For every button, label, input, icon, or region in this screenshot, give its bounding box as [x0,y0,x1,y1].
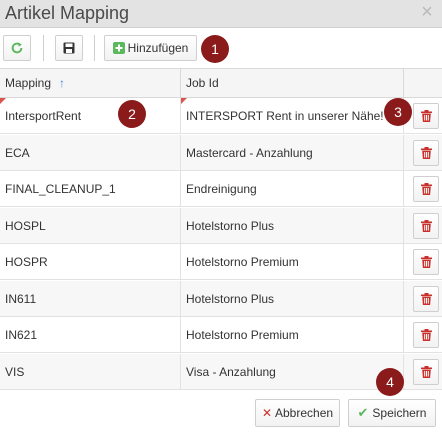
trash-icon [420,183,432,195]
step-badge-3: 3 [384,98,412,126]
delete-row-button[interactable] [413,322,439,348]
delete-row-button[interactable] [413,139,439,166]
delete-row-button[interactable] [413,212,439,239]
mapping-cell[interactable]: IntersportRent [0,98,181,134]
table-row[interactable]: FINAL_CLEANUP_1 Endreinigung [0,171,442,207]
delete-row-button[interactable] [413,249,439,275]
column-header-mapping[interactable]: Mapping ↑ [0,69,181,98]
table-row[interactable]: HOSPR Hotelstorno Premium [0,244,442,280]
refresh-icon [11,42,23,54]
column-header-actions [404,69,442,98]
plus-square-icon [112,42,125,54]
dialog-title: Artikel Mapping [5,3,130,23]
job-id-cell[interactable]: Hotelstorno Premium [181,317,404,353]
trash-icon [420,329,432,341]
save-dialog-button[interactable]: ✔ Speichern [348,399,436,427]
table-row[interactable]: IN611 Hotelstorno Plus [0,280,442,317]
column-header-job-id[interactable]: Job Id [181,69,404,98]
add-button-label: Hinzufügen [127,41,189,55]
mapping-cell[interactable]: ECA [0,134,181,171]
cancel-button-label: Abbrechen [275,406,334,420]
toolbar-separator [43,35,44,61]
column-header-label: Job Id [186,76,219,90]
mapping-cell[interactable]: HOSPR [0,244,181,280]
job-id-cell[interactable]: Hotelstorno Premium [181,244,404,280]
trash-icon [420,110,432,122]
mapping-cell[interactable]: VIS [0,353,181,390]
trash-icon [420,256,432,268]
refresh-button[interactable] [3,35,31,61]
delete-row-button[interactable] [413,285,439,312]
job-id-cell[interactable]: Hotelstorno Plus [181,207,404,244]
modified-cell-marker [0,98,6,104]
cancel-button[interactable]: ✕ Abbrechen [255,399,340,427]
table-row[interactable]: ECA Mastercard - Anzahlung [0,134,442,171]
table-row[interactable]: IN621 Hotelstorno Premium [0,317,442,353]
mapping-cell[interactable]: IN611 [0,280,181,317]
step-badge-1: 1 [201,35,229,63]
job-id-cell[interactable]: Mastercard - Anzahlung [181,134,404,171]
check-icon: ✔ [357,405,369,420]
job-id-cell[interactable]: Endreinigung [181,171,404,207]
trash-icon [420,219,432,232]
trash-icon [420,292,432,305]
trash-icon [420,365,432,378]
mapping-cell[interactable]: IN621 [0,317,181,353]
table-row[interactable]: HOSPL Hotelstorno Plus [0,207,442,244]
dialog-titlebar: Artikel Mapping × [0,0,442,28]
table-row[interactable]: IntersportRent INTERSPORT Rent in unserer… [0,98,442,134]
grid-header: Mapping ↑ Job Id [0,69,442,98]
delete-row-button[interactable] [413,103,439,129]
mapping-cell[interactable]: FINAL_CLEANUP_1 [0,171,181,207]
save-dialog-button-label: Speichern [372,406,427,420]
trash-icon [420,146,432,159]
step-badge-2: 2 [118,100,146,128]
job-id-cell[interactable]: Hotelstorno Plus [181,280,404,317]
column-header-label: Mapping [5,76,52,90]
add-button[interactable]: Hinzufügen [104,35,197,61]
job-id-cell[interactable]: Visa - Anzahlung [181,353,404,390]
toolbar-separator [94,35,95,61]
cancel-x-icon: ✕ [261,406,272,420]
mapping-cell[interactable]: HOSPL [0,207,181,244]
close-icon[interactable]: × [418,2,436,22]
modified-cell-marker [181,98,187,104]
delete-row-button[interactable] [413,358,439,385]
floppy-disk-icon [63,42,75,54]
mapping-grid: Mapping ↑ Job Id IntersportRent INTERSPORT… [0,68,442,390]
delete-row-button[interactable] [413,176,439,202]
job-id-cell[interactable]: INTERSPORT Rent in unserer Nähe! [181,98,404,134]
save-button[interactable] [55,35,83,61]
sort-ascending-icon: ↑ [59,76,66,90]
step-badge-4: 4 [376,368,404,396]
